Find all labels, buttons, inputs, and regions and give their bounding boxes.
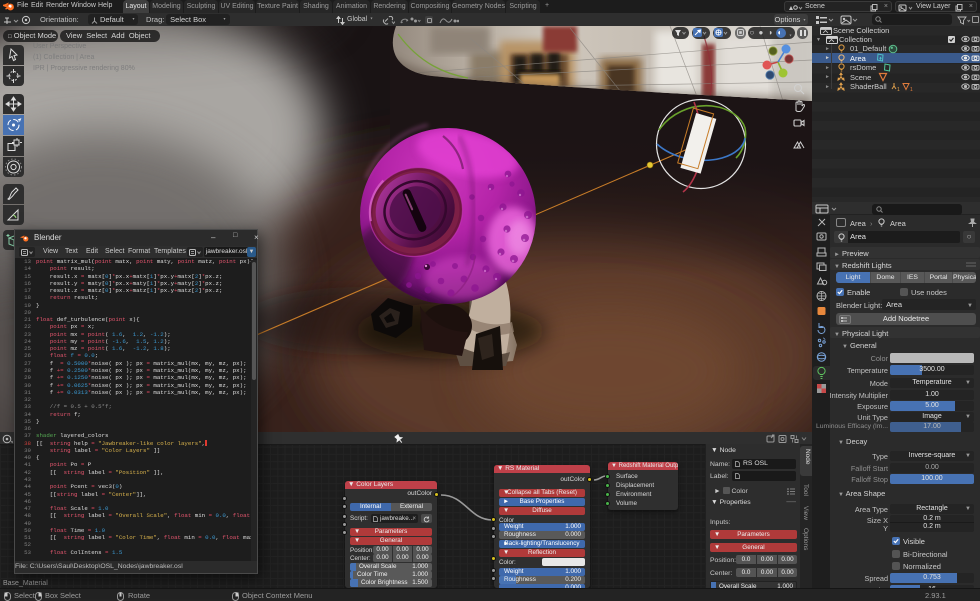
svg-text:1: 1 xyxy=(910,87,913,92)
svg-text:1: 1 xyxy=(897,87,900,92)
